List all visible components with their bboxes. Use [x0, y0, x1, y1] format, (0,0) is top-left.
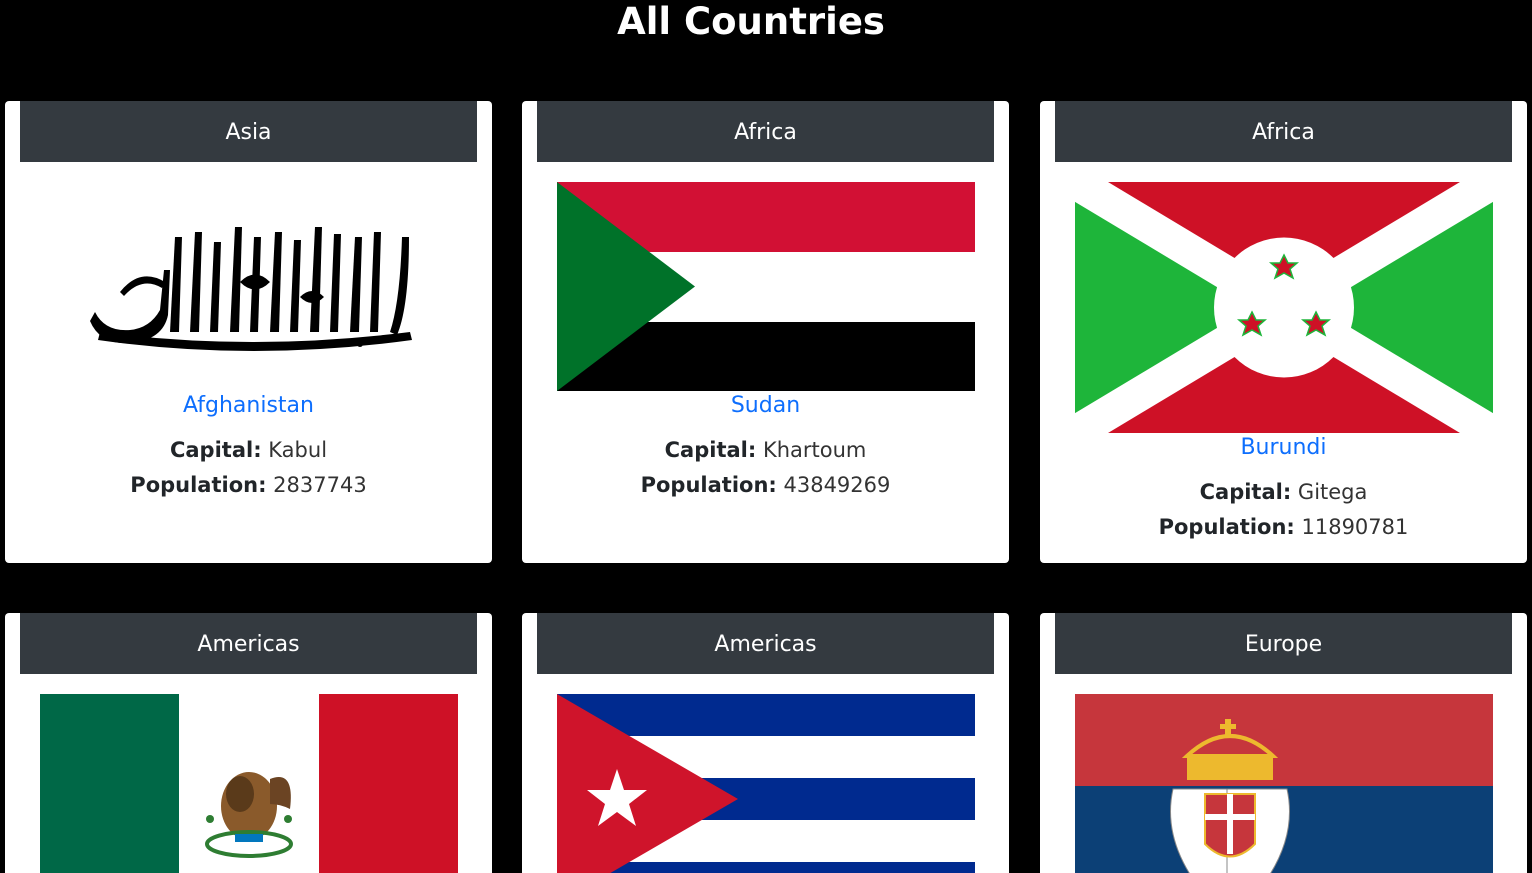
- population-label: Population:: [640, 473, 777, 497]
- population-label: Population:: [130, 473, 267, 497]
- population-line: Population: 2837743: [5, 471, 492, 499]
- afghanistan-flag-icon: [40, 182, 458, 392]
- population-line: Population: 43849269: [522, 471, 1009, 499]
- capital-line: Capital: Gitega: [1040, 478, 1527, 506]
- capital-line: Capital: Kabul: [5, 436, 492, 464]
- population-value: 2837743: [273, 473, 367, 497]
- population-label: Population:: [1158, 515, 1295, 539]
- population-value: 43849269: [783, 473, 891, 497]
- country-card-serbia: Europe: [1040, 613, 1527, 873]
- country-card-mexico: Americas: [5, 613, 492, 873]
- capital-label: Capital:: [1199, 480, 1292, 504]
- sudan-flag-icon: [557, 182, 975, 391]
- country-name-link[interactable]: Burundi: [1040, 434, 1527, 462]
- country-card-sudan: Africa Sudan Capital: Khartoum Populatio…: [522, 101, 1009, 563]
- region-header: Africa: [1055, 101, 1512, 162]
- serbia-flag-icon: [1075, 694, 1493, 873]
- region-header: Europe: [1055, 613, 1512, 674]
- country-name-link[interactable]: Afghanistan: [5, 392, 492, 420]
- capital-value: Kabul: [268, 438, 328, 462]
- burundi-flag-icon: [1075, 182, 1493, 433]
- region-header: Asia: [20, 101, 477, 162]
- country-card-cuba: Americas: [522, 613, 1009, 873]
- country-card-burundi: Africa Burundi Capital: Gitega Populatio…: [1040, 101, 1527, 563]
- country-name-link[interactable]: Sudan: [522, 392, 1009, 420]
- country-card-afghanistan: Asia Afghanistan Capital: Kabul Populati…: [5, 101, 492, 563]
- region-header: Americas: [537, 613, 994, 674]
- capital-label: Capital:: [169, 438, 262, 462]
- region-header: Americas: [20, 613, 477, 674]
- mexico-flag-icon: [40, 694, 458, 873]
- capital-line: Capital: Khartoum: [522, 436, 1009, 464]
- population-value: 11890781: [1301, 515, 1409, 539]
- population-line: Population: 11890781: [1040, 513, 1527, 541]
- cuba-flag-icon: [557, 694, 975, 873]
- capital-value: Gitega: [1297, 480, 1368, 504]
- region-header: Africa: [537, 101, 994, 162]
- capital-label: Capital:: [664, 438, 757, 462]
- page-title: All Countries: [617, 0, 885, 43]
- capital-value: Khartoum: [762, 438, 867, 462]
